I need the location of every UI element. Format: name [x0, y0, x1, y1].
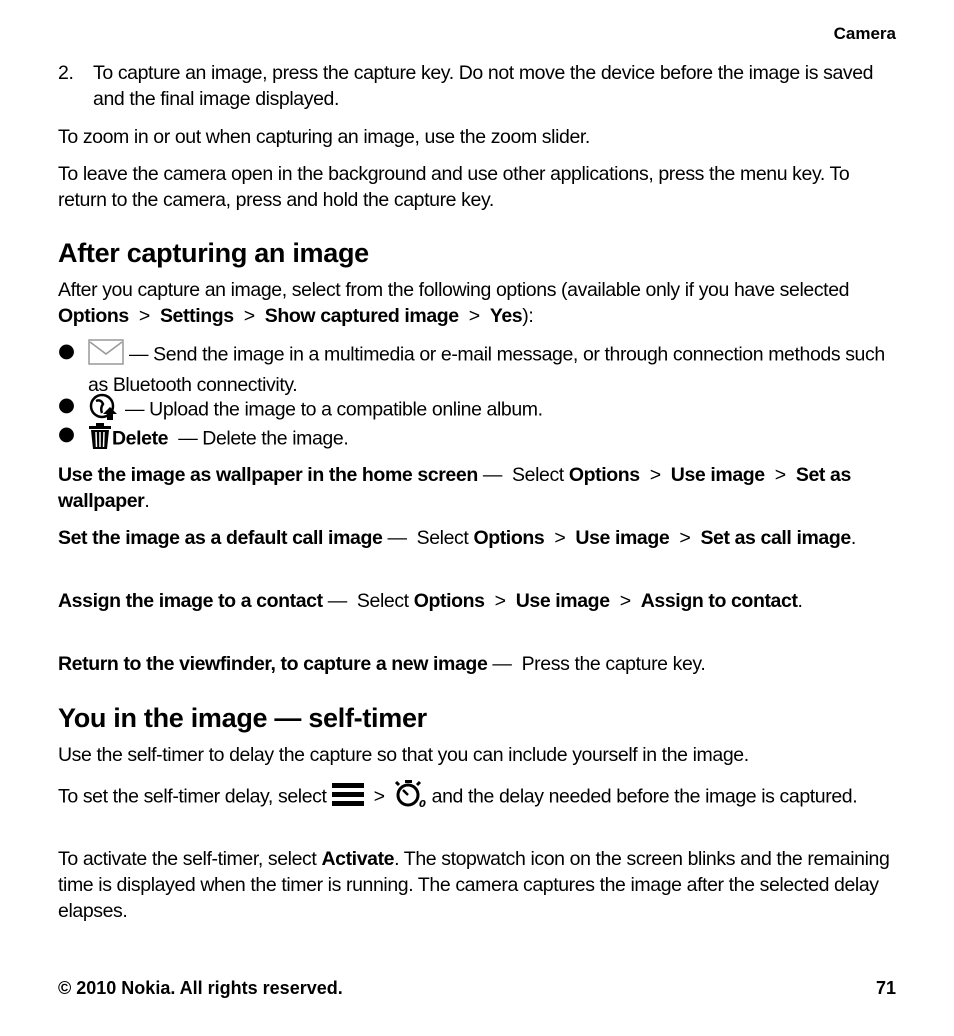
bullet-text: — Send the image in a multimedia or e-ma… — [88, 343, 885, 396]
envelope-icon — [88, 339, 124, 372]
sep: > — [373, 785, 385, 808]
copyright: © 2010 Nokia. All rights reserved. — [58, 978, 343, 998]
action-title: Return to the viewfinder, to capture a n… — [58, 653, 488, 675]
dash: — — [327, 590, 348, 612]
step-2: 2. To capture an image, press the captur… — [58, 60, 896, 112]
action-call-image: Set the image as a default call image — … — [58, 525, 896, 551]
action-viewfinder: Return to the viewfinder, to capture a n… — [58, 651, 896, 677]
page-footer: © 2010 Nokia. All rights reserved. 71 — [58, 978, 896, 999]
verb: Select — [512, 464, 564, 486]
svg-text:0: 0 — [419, 799, 426, 808]
bullet-dot: ● — [58, 422, 76, 445]
delete-label: Delete — [112, 427, 169, 450]
intro-end: ): — [522, 305, 534, 327]
section-header: Camera — [833, 24, 896, 43]
path-settings: Settings — [159, 305, 234, 327]
dash: — — [482, 464, 503, 486]
path-item: Options — [568, 464, 640, 486]
sep: > — [774, 464, 786, 486]
end: . — [850, 527, 856, 549]
path-item: Options — [473, 527, 545, 549]
p2-text-b: and the delay needed before the image is… — [431, 785, 858, 808]
selftimer-p3: To activate the self-timer, select Activ… — [58, 846, 896, 924]
heading-after-capturing: After capturing an image — [58, 238, 369, 268]
path-item: Use image — [670, 464, 765, 486]
verb: Press the capture key. — [521, 653, 706, 675]
verb: Select — [356, 590, 409, 612]
verb: Select — [416, 527, 469, 549]
step-text: To capture an image, press the capture k… — [93, 62, 874, 110]
action-title: Set the image as a default call image — [58, 527, 383, 549]
path-item: Use image — [515, 590, 610, 612]
path-options: Options — [58, 305, 129, 327]
action-contact: Assign the image to a contact — Select O… — [58, 588, 896, 614]
dash: — — [492, 653, 512, 675]
action-title: Use the image as wallpaper in the home s… — [58, 464, 478, 486]
dash: — — [387, 527, 407, 549]
page-number: 71 — [875, 978, 896, 998]
path-yes: Yes — [489, 305, 523, 327]
bullet-text: — Delete the image. — [178, 427, 349, 450]
path-item: Use image — [575, 527, 670, 549]
sep: > — [243, 305, 255, 327]
intro-text: After you capture an image, select from … — [58, 279, 850, 301]
bullet-delete: ● Delete — Delete the image. — [58, 422, 896, 457]
bullet-dot: ● — [58, 393, 76, 416]
heading-self-timer: You in the image — self-timer — [58, 703, 427, 733]
action-title: Assign the image to a contact — [58, 590, 323, 612]
sep: > — [679, 527, 691, 549]
sep: > — [138, 305, 150, 327]
activate-label: Activate — [321, 848, 395, 870]
menu-icon — [331, 782, 364, 813]
sep: > — [494, 590, 506, 612]
background-paragraph: To leave the camera open in the backgrou… — [58, 163, 850, 211]
p2-text-a: To set the self-timer delay, select — [58, 785, 327, 808]
action-wallpaper: Use the image as wallpaper in the home s… — [58, 462, 896, 514]
sep: > — [554, 527, 566, 549]
step-number: 2. — [58, 62, 74, 84]
sep: > — [468, 305, 480, 327]
path-item: Options — [413, 590, 485, 612]
path-item: Set as call image — [700, 527, 851, 549]
end: . — [144, 490, 150, 512]
bullet-dot: ● — [58, 339, 76, 362]
self-timer-icon: 0 — [394, 780, 427, 815]
selftimer-p1: Use the self-timer to delay the capture … — [58, 744, 749, 766]
sep: > — [649, 464, 661, 486]
path-show-captured: Show captured image — [264, 305, 459, 327]
trash-icon — [88, 422, 112, 457]
selftimer-p2: To set the self-timer delay, select > 0 … — [58, 780, 896, 815]
after-intro: After you capture an image, select from … — [58, 277, 896, 329]
zoom-paragraph: To zoom in or out when capturing an imag… — [58, 126, 590, 148]
bullet-text: — Upload the image to a compatible onlin… — [125, 398, 543, 421]
end: . — [797, 590, 803, 612]
path-item: Assign to contact — [640, 590, 798, 612]
bullet-send: ● — Send the image in a multimedia or e-… — [58, 339, 896, 398]
p3-text-a: To activate the self-timer, select — [58, 848, 322, 870]
sep: > — [619, 590, 631, 612]
